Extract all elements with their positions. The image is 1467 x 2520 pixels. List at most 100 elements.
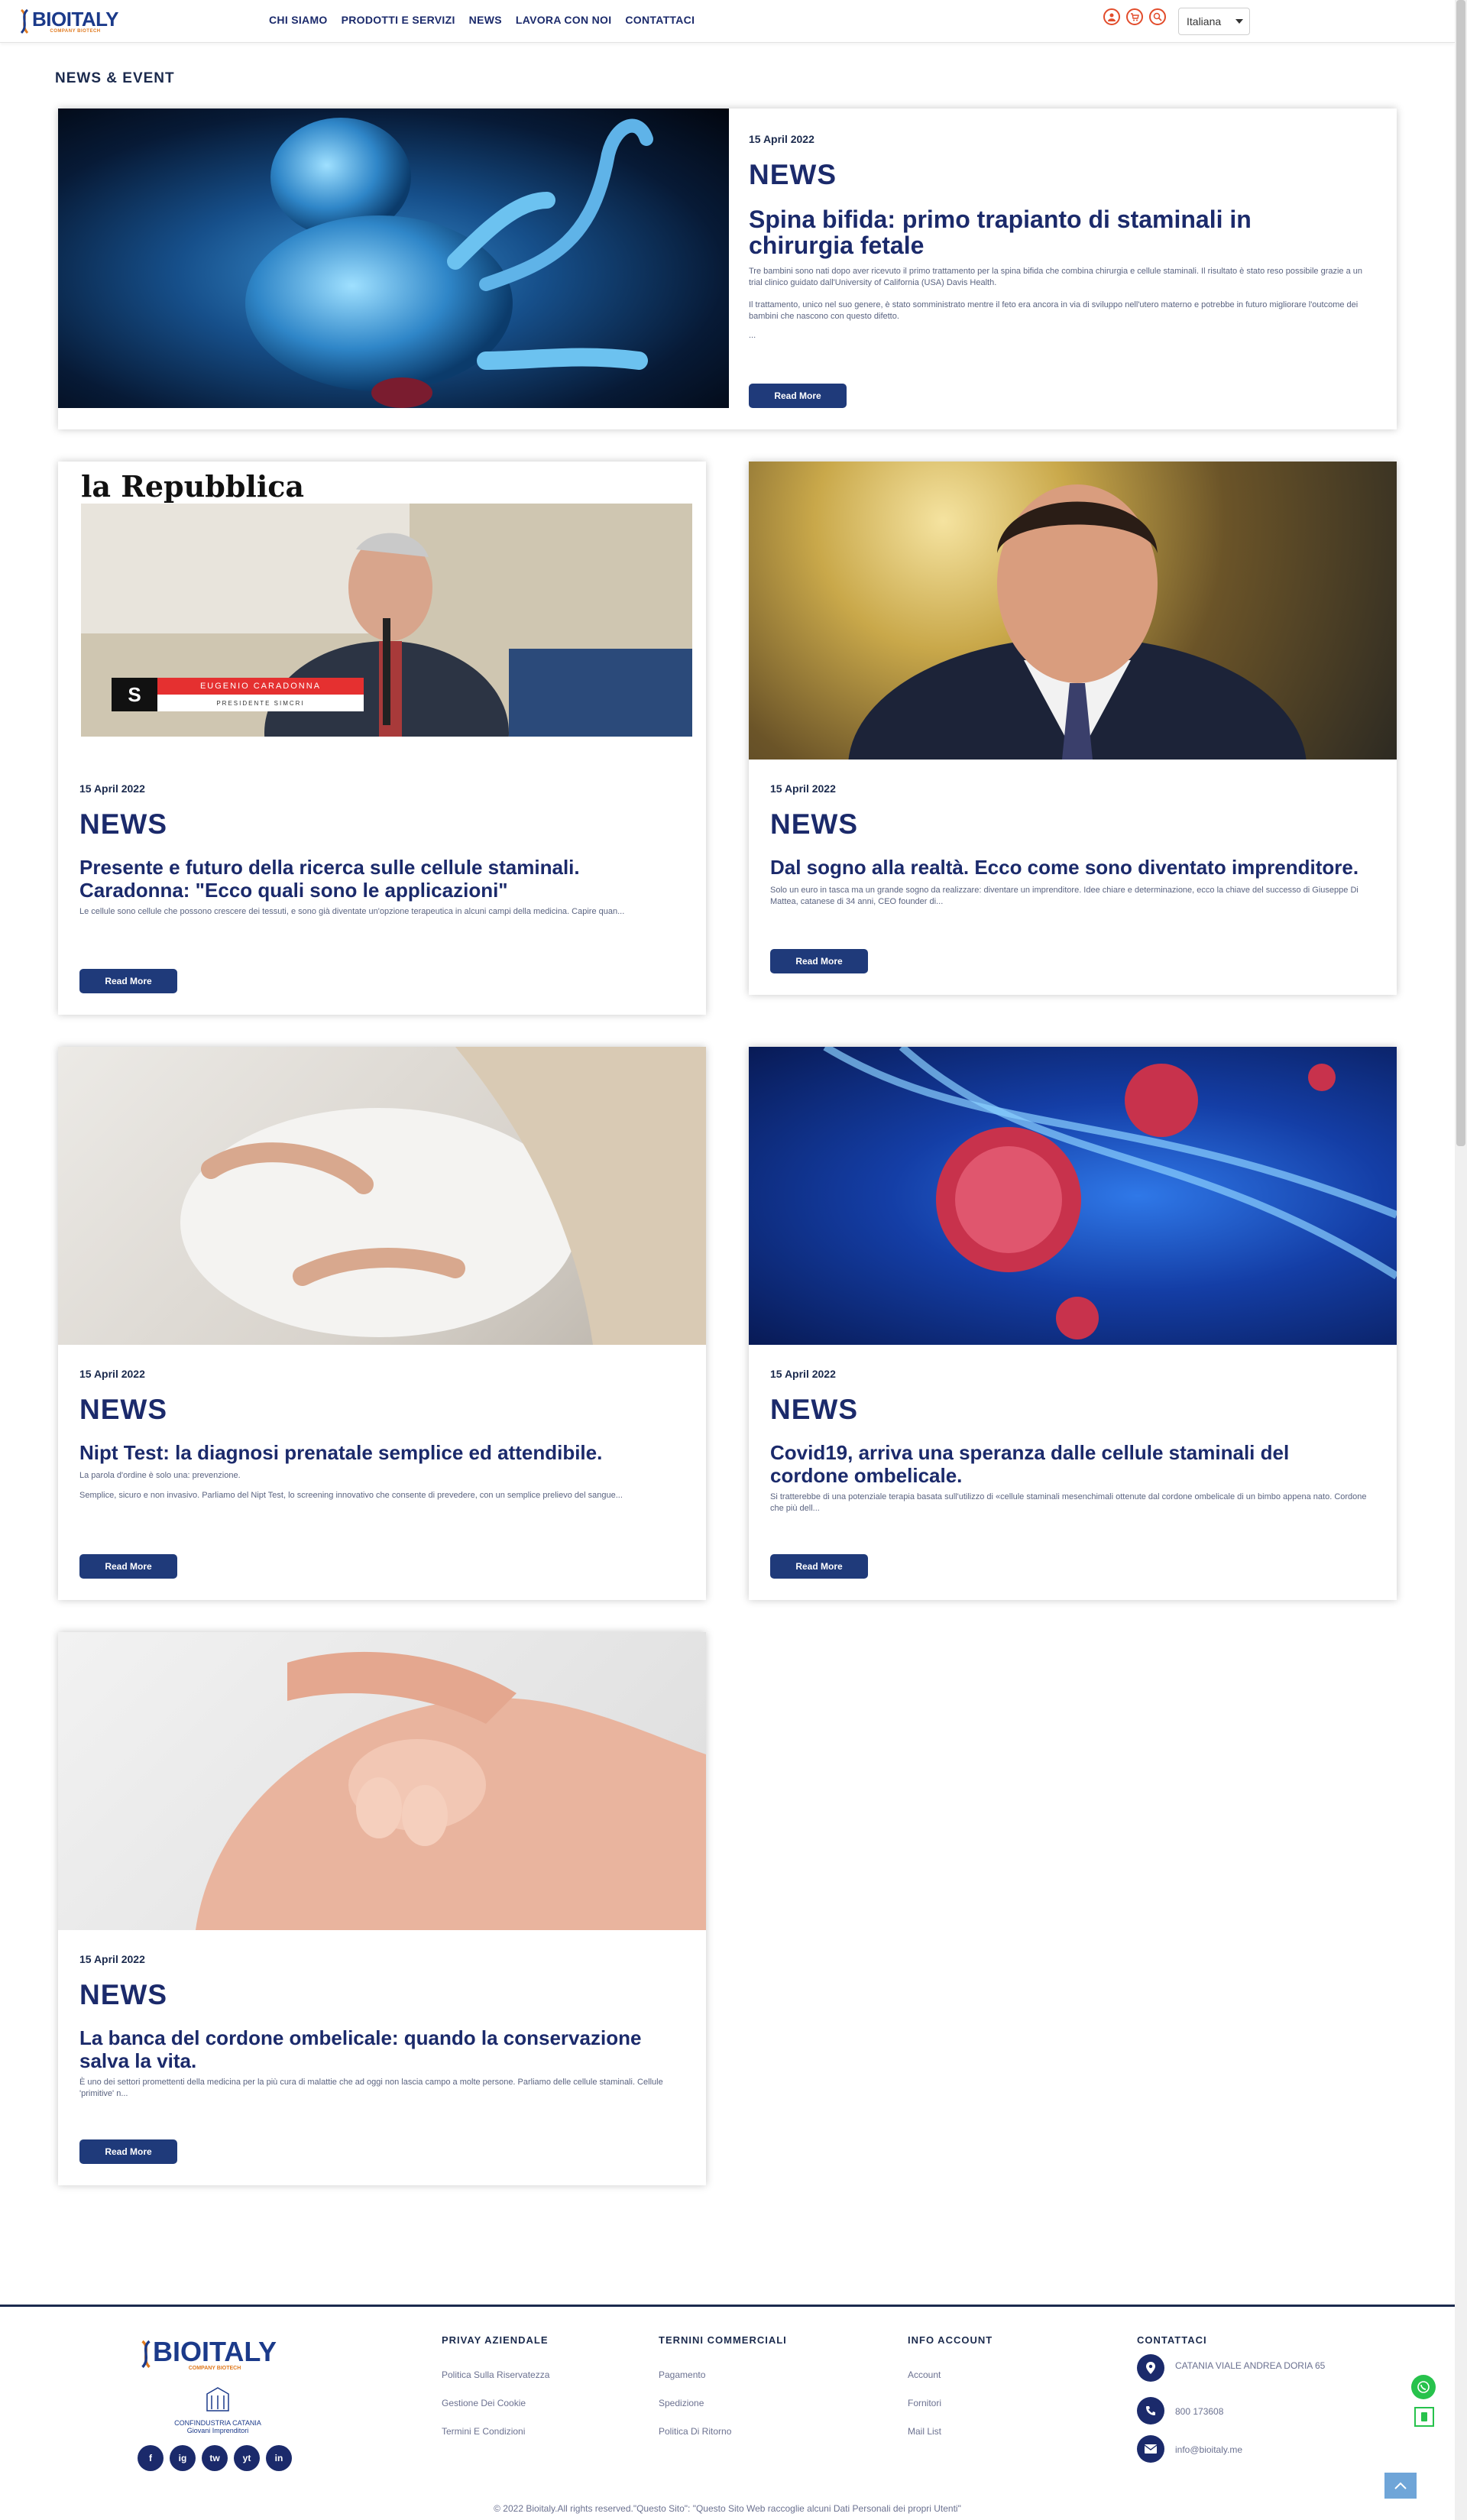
dna-logo-icon <box>18 8 31 34</box>
article-category: NEWS <box>79 1394 167 1425</box>
footer-link-cookie[interactable]: Gestione Dei Cookie <box>442 2398 526 2408</box>
contact-phone[interactable]: 800 173608 <box>1175 2406 1223 2417</box>
read-more-button[interactable]: Read More <box>770 1554 868 1579</box>
search-icon[interactable] <box>1149 8 1166 25</box>
confindustria-emblem-icon <box>206 2387 229 2411</box>
brand-subtitle: COMPANY BIOTECH <box>50 29 101 34</box>
chevron-down-icon <box>1235 19 1243 24</box>
article-title[interactable]: Nipt Test: la diagnosi prenatale semplic… <box>79 1441 691 1464</box>
site-logo[interactable]: BIOITALY COMPANY BIOTECH <box>18 6 119 37</box>
article-category: NEWS <box>749 159 837 190</box>
youtube-icon[interactable]: yt <box>234 2445 260 2471</box>
footer-link-account[interactable]: Account <box>908 2369 941 2380</box>
map-pin-icon <box>1137 2354 1164 2382</box>
footer-logo[interactable]: BIOITALY COMPANY BIOTECH <box>139 2337 277 2371</box>
footer-link-suppliers[interactable]: Fornitori <box>908 2398 941 2408</box>
article-date: 15 April 2022 <box>749 133 814 145</box>
article-excerpt-2: Semplice, sicuro e non invasivo. Parliam… <box>79 1491 623 1500</box>
user-icon[interactable] <box>1103 8 1120 25</box>
nav-contattaci[interactable]: CONTATTACI <box>625 14 695 26</box>
newspaper-logo: la Repubblica <box>81 469 305 504</box>
cookie-settings-icon[interactable] <box>1414 2407 1434 2427</box>
read-more-button[interactable]: Read More <box>749 384 847 408</box>
news-card: 15 April 2022 NEWS La banca del cordone … <box>58 1632 706 2185</box>
caption-role: PRESIDENTE SIMCRI <box>157 695 364 711</box>
article-excerpt: Solo un euro in tasca ma un grande sogno… <box>770 886 1359 906</box>
article-excerpt: La parola d'ordine è solo una: prevenzio… <box>79 1471 241 1480</box>
contact-email[interactable]: info@bioitaly.me <box>1175 2444 1242 2455</box>
chevron-up-icon <box>1394 2482 1407 2489</box>
partner-name: CONFINDUSTRIA CATANIA <box>174 2419 261 2427</box>
article-image[interactable] <box>749 462 1397 760</box>
article-image[interactable] <box>58 1632 706 1930</box>
footer-link-privacy-policy[interactable]: Politica Sulla Riservatezza <box>442 2369 549 2380</box>
page-title: NEWS & EVENT <box>55 70 175 86</box>
social-links: f ig tw yt in <box>138 2445 292 2471</box>
language-select[interactable]: Italiana <box>1178 8 1250 35</box>
footer-brand-subtitle: COMPANY BIOTECH <box>188 2365 241 2371</box>
article-category: NEWS <box>79 808 167 840</box>
linkedin-icon[interactable]: in <box>266 2445 292 2471</box>
nav-chi-siamo[interactable]: CHI SIAMO <box>269 14 328 26</box>
terms-column-title: TERNINI COMMERCIALI <box>659 2334 787 2346</box>
virus-dna <box>823 1047 1397 1339</box>
article-category: NEWS <box>770 808 858 840</box>
scrollbar-thumb[interactable] <box>1456 0 1465 1146</box>
privacy-column-title: PRIVAY AZIENDALE <box>442 2334 549 2346</box>
copyright-text: © 2022 Bioitaly.All rights reserved."Que… <box>494 2503 961 2514</box>
pregnant-woman <box>180 1047 706 1345</box>
article-excerpt: È uno dei settori promettenti della medi… <box>79 2078 663 2098</box>
article-image[interactable] <box>58 109 729 408</box>
brand-name: BIOITALY <box>32 8 119 31</box>
article-title[interactable]: Dal sogno alla realtà. Ecco come sono di… <box>770 856 1381 879</box>
article-image[interactable] <box>749 1047 1397 1345</box>
caption-name: EUGENIO CARADONNA <box>157 678 364 695</box>
language-value: Italiana <box>1187 15 1222 28</box>
cart-icon[interactable] <box>1126 8 1143 25</box>
featured-news-card: 15 April 2022 NEWS Spina bifida: primo t… <box>58 109 1397 429</box>
account-column-title: INFO ACCOUNT <box>908 2334 993 2346</box>
article-image[interactable] <box>58 1047 706 1345</box>
scroll-to-top-button[interactable] <box>1384 2473 1417 2499</box>
news-card: 15 April 2022 NEWS Covid19, arriva una s… <box>749 1047 1397 1600</box>
read-more-button[interactable]: Read More <box>79 2139 177 2164</box>
nav-prodotti-servizi[interactable]: PRODOTTI E SERVIZI <box>342 14 455 26</box>
article-excerpt-3: ... <box>749 331 756 340</box>
facebook-icon[interactable]: f <box>138 2445 164 2471</box>
instagram-icon[interactable]: ig <box>170 2445 196 2471</box>
nav-news[interactable]: NEWS <box>469 14 502 26</box>
contact-address: CATANIA VIALE ANDREA DORIA 65 <box>1175 2360 1326 2371</box>
footer-link-mail-list[interactable]: Mail List <box>908 2426 941 2437</box>
article-image[interactable]: la Repubblica S EUGENIO CARADONNA PRESID… <box>58 462 706 760</box>
twitter-icon[interactable]: tw <box>202 2445 228 2471</box>
article-title[interactable]: Presente e futuro della ricerca sulle ce… <box>79 856 675 902</box>
news-card: la Repubblica S EUGENIO CARADONNA PRESID… <box>58 462 706 1015</box>
read-more-button[interactable]: Read More <box>770 949 868 973</box>
article-date: 15 April 2022 <box>79 782 145 795</box>
email-icon <box>1137 2435 1164 2463</box>
read-more-button[interactable]: Read More <box>79 1554 177 1579</box>
article-title[interactable]: Covid19, arriva una speranza dalle cellu… <box>770 1441 1366 1487</box>
article-date: 15 April 2022 <box>770 1368 836 1380</box>
partner-subtitle: Giovani Imprenditori <box>186 2427 249 2434</box>
article-excerpt: Tre bambini sono nati dopo aver ricevuto… <box>749 267 1362 287</box>
footer-link-payment[interactable]: Pagamento <box>659 2369 705 2380</box>
footer-link-terms[interactable]: Termini E Condizioni <box>442 2426 525 2437</box>
nav-lavora-con-noi[interactable]: LAVORA CON NOI <box>516 14 612 26</box>
article-excerpt: Si tratterebbe di una potenziale terapia… <box>770 1492 1367 1513</box>
article-title[interactable]: Spina bifida: primo trapianto di stamina… <box>749 206 1360 258</box>
article-title[interactable]: La banca del cordone ombelicale: quando … <box>79 2026 675 2072</box>
article-date: 15 April 2022 <box>79 1368 145 1380</box>
read-more-button[interactable]: Read More <box>79 969 177 993</box>
article-category: NEWS <box>79 1979 167 2010</box>
main-nav: CHI SIAMO PRODOTTI E SERVIZI NEWS LAVORA… <box>269 14 695 26</box>
site-header: BIOITALY COMPANY BIOTECH CHI SIAMO PRODO… <box>0 0 1455 43</box>
footer-link-return[interactable]: Politica Di Ritorno <box>659 2426 731 2437</box>
whatsapp-icon[interactable] <box>1411 2375 1436 2399</box>
dna-logo-icon <box>141 2340 151 2369</box>
caption-bar: S EUGENIO CARADONNA PRESIDENTE SIMCRI <box>112 678 364 711</box>
footer-link-shipping[interactable]: Spedizione <box>659 2398 704 2408</box>
phone-icon <box>1137 2397 1164 2424</box>
article-category: NEWS <box>770 1394 858 1425</box>
interview-photo: S EUGENIO CARADONNA PRESIDENTE SIMCRI <box>81 504 692 760</box>
